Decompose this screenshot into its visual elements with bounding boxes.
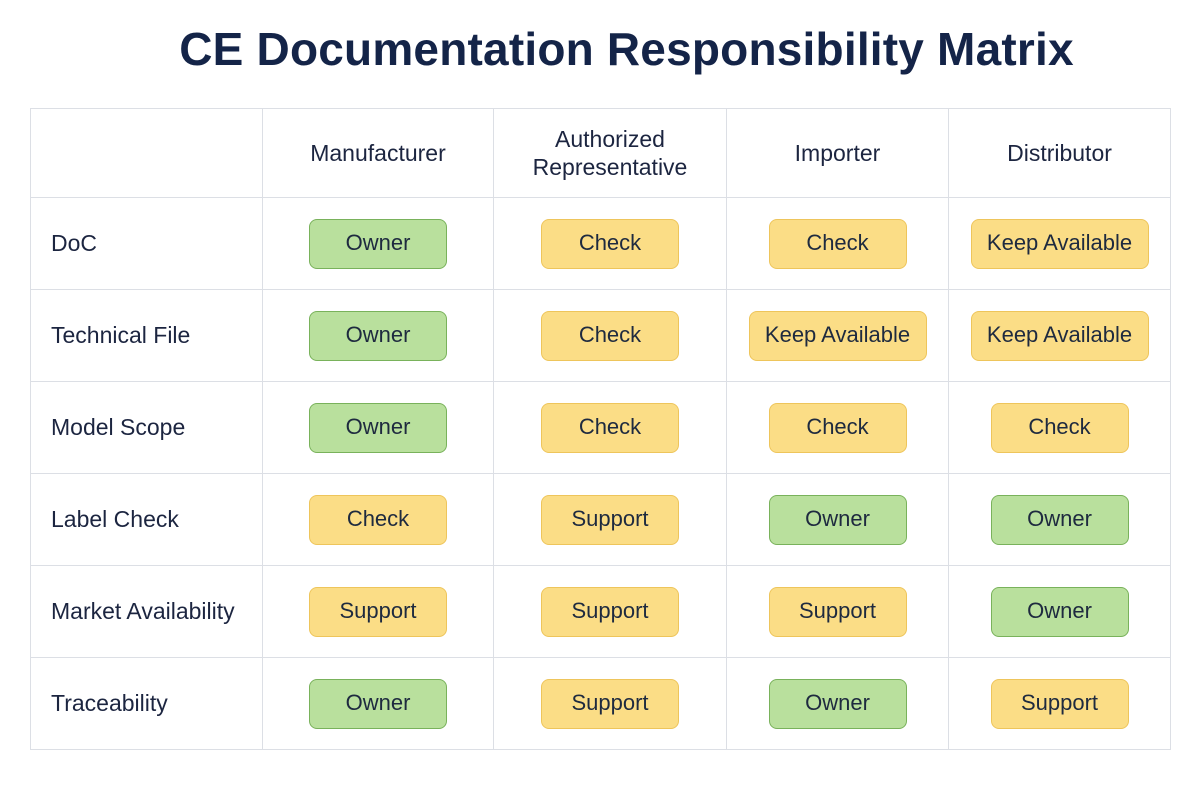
status-badge: Support: [768, 586, 907, 637]
status-badge: Owner: [990, 494, 1129, 545]
matrix-cell: Owner: [948, 565, 1171, 658]
column-header-manufacturer: Manufacturer: [262, 108, 494, 198]
matrix-cell: Keep Available: [948, 197, 1171, 290]
status-badge: Owner: [309, 402, 447, 453]
status-badge: Check: [541, 402, 679, 453]
corner-cell: [30, 108, 263, 198]
matrix-cell: Owner: [262, 197, 494, 290]
column-header-authorized-representative: Authorized Representative: [493, 108, 727, 198]
matrix-cell: Check: [948, 381, 1171, 474]
row-label: Model Scope: [30, 381, 263, 474]
status-badge: Support: [541, 494, 679, 545]
matrix-cell: Check: [726, 381, 949, 474]
table-row-technical-file: Technical File Owner Check Keep Availabl…: [30, 289, 1171, 382]
status-badge: Support: [990, 678, 1129, 729]
matrix-cell: Check: [726, 197, 949, 290]
table-row-market-availability: Market Availability Support Support Supp…: [30, 565, 1171, 658]
row-label: DoC: [30, 197, 263, 290]
status-badge: Keep Available: [970, 310, 1149, 361]
matrix-cell: Owner: [262, 381, 494, 474]
matrix-cell: Check: [493, 381, 727, 474]
table-row-doc: DoC Owner Check Check Keep Available: [30, 197, 1171, 290]
matrix-cell: Support: [493, 565, 727, 658]
status-badge: Support: [309, 586, 447, 637]
status-badge: Owner: [768, 494, 907, 545]
matrix-cell: Check: [262, 473, 494, 566]
matrix-cell: Owner: [726, 657, 949, 750]
matrix-cell: Check: [493, 289, 727, 382]
status-badge: Check: [541, 310, 679, 361]
status-badge: Support: [541, 586, 679, 637]
status-badge: Owner: [990, 586, 1129, 637]
header-row: Manufacturer Authorized Representative I…: [30, 108, 1171, 198]
status-badge: Keep Available: [748, 310, 927, 361]
status-badge: Check: [768, 218, 907, 269]
status-badge: Check: [768, 402, 907, 453]
matrix-cell: Support: [948, 657, 1171, 750]
matrix-cell: Owner: [262, 657, 494, 750]
row-label: Market Availability: [30, 565, 263, 658]
table-row-traceability: Traceability Owner Support Owner Support: [30, 657, 1171, 750]
status-badge: Keep Available: [970, 218, 1149, 269]
matrix-cell: Owner: [262, 289, 494, 382]
matrix-cell: Keep Available: [726, 289, 949, 382]
responsibility-matrix: Manufacturer Authorized Representative I…: [30, 108, 1171, 750]
matrix-cell: Support: [262, 565, 494, 658]
column-header-label: Importer: [794, 140, 881, 166]
column-header-distributor: Distributor: [948, 108, 1171, 198]
row-label: Traceability: [30, 657, 263, 750]
matrix-cell: Support: [726, 565, 949, 658]
column-header-label: Manufacturer: [310, 140, 446, 166]
status-badge: Check: [309, 494, 447, 545]
status-badge: Owner: [309, 218, 447, 269]
matrix-cell: Keep Available: [948, 289, 1171, 382]
column-header-label-line-2: Representative: [532, 154, 688, 180]
table-row-model-scope: Model Scope Owner Check Check Check: [30, 381, 1171, 474]
status-badge: Owner: [768, 678, 907, 729]
column-header-label-line-1: Authorized: [555, 126, 665, 152]
matrix-cell: Check: [493, 197, 727, 290]
matrix-cell: Owner: [948, 473, 1171, 566]
column-header-importer: Importer: [726, 108, 949, 198]
column-header-label: Distributor: [1007, 140, 1112, 166]
status-badge: Owner: [309, 678, 447, 729]
matrix-cell: Owner: [726, 473, 949, 566]
matrix-cell: Support: [493, 657, 727, 750]
table-row-label-check: Label Check Check Support Owner Owner: [30, 473, 1171, 566]
matrix-cell: Support: [493, 473, 727, 566]
status-badge: Owner: [309, 310, 447, 361]
status-badge: Check: [541, 218, 679, 269]
status-badge: Support: [541, 678, 679, 729]
row-label: Label Check: [30, 473, 263, 566]
status-badge: Check: [990, 402, 1129, 453]
row-label: Technical File: [30, 289, 263, 382]
page-title: CE Documentation Responsibility Matrix: [179, 23, 1074, 75]
